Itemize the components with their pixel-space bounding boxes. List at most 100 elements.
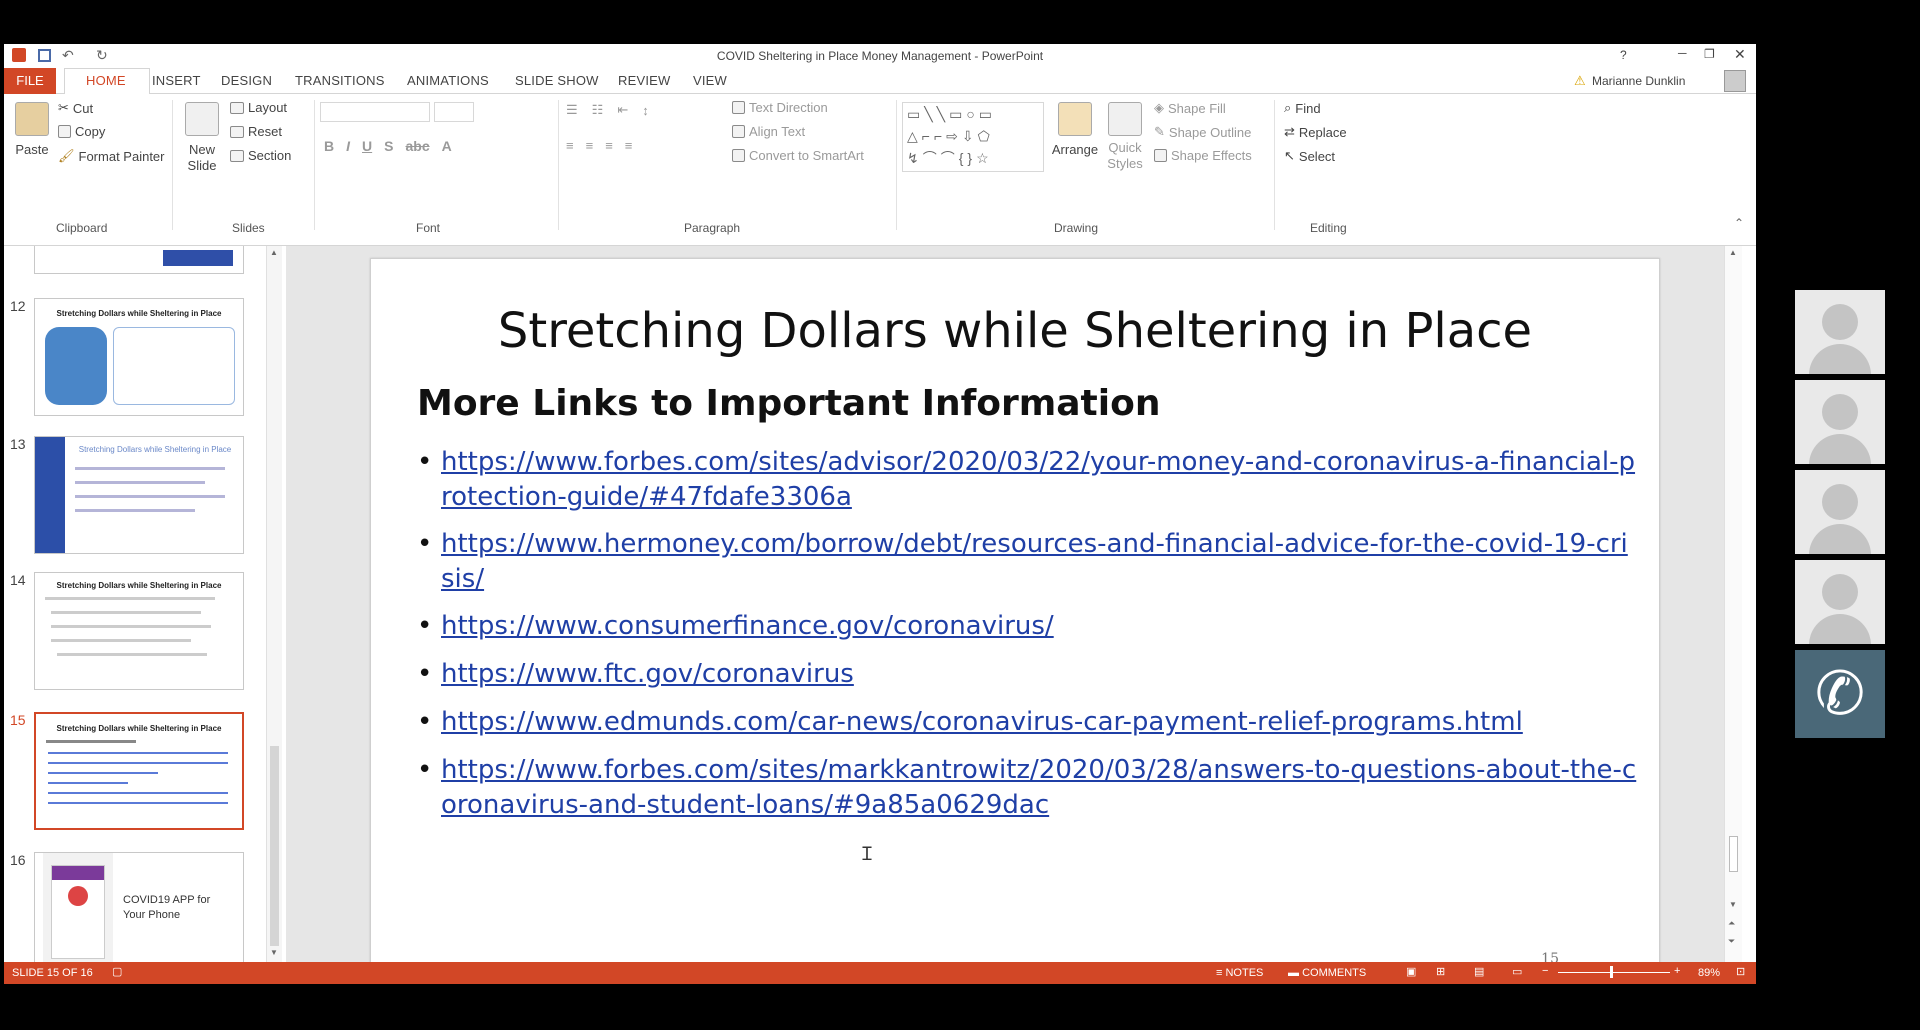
tab-animations[interactable]: ANIMATIONS	[407, 73, 489, 88]
user-name[interactable]: Marianne Dunklin	[1592, 74, 1685, 88]
scroll-thumb[interactable]	[270, 746, 279, 946]
tab-view[interactable]: VIEW	[693, 73, 727, 88]
shape-effects-button[interactable]: Shape Effects	[1154, 148, 1252, 163]
zoom-level[interactable]: 89%	[1698, 967, 1720, 979]
scroll-down-icon[interactable]: ▼	[270, 948, 278, 957]
tab-design[interactable]: DESIGN	[221, 73, 272, 88]
comments-button[interactable]: ▬ COMMENTS	[1288, 967, 1366, 979]
reset-button[interactable]: Reset	[230, 124, 282, 139]
link-edmunds[interactable]: https://www.edmunds.com/car-news/coronav…	[441, 705, 1637, 740]
zoom-out-icon[interactable]: −	[1542, 965, 1548, 977]
copy-button[interactable]: Copy	[58, 124, 105, 139]
scroll-up-icon[interactable]: ▲	[270, 248, 278, 257]
zoom-slider-thumb[interactable]	[1610, 966, 1613, 978]
section-button[interactable]: Section	[230, 148, 291, 163]
tab-review[interactable]: REVIEW	[618, 73, 670, 88]
link-consumerfinance[interactable]: https://www.consumerfinance.gov/coronavi…	[441, 609, 1637, 644]
participant-tile[interactable]	[1795, 290, 1885, 374]
collapse-ribbon-icon[interactable]: ⌃	[1734, 216, 1744, 230]
restore-icon[interactable]: ❐	[1704, 47, 1715, 61]
slide-title[interactable]: Stretching Dollars while Sheltering in P…	[371, 303, 1659, 359]
link-forbes-advisor[interactable]: https://www.forbes.com/sites/advisor/202…	[441, 445, 1637, 515]
text-direction-button[interactable]: Text Direction	[732, 100, 828, 115]
zoom-slider[interactable]	[1558, 966, 1670, 978]
help-icon[interactable]: ?	[1620, 48, 1627, 62]
strikethrough-icon[interactable]: abc	[405, 138, 429, 154]
slide-sorter-icon[interactable]: ⊞	[1436, 965, 1445, 978]
numbering-icon[interactable]: ☷	[592, 102, 604, 118]
clipboard-group-label: Clipboard	[56, 221, 108, 235]
slide-subtitle[interactable]: More Links to Important Information	[417, 383, 1160, 424]
slide-show-icon[interactable]: ▭	[1512, 965, 1522, 978]
next-slide-icon[interactable]: ⏷	[1728, 936, 1735, 947]
select-button[interactable]: ↖ Select	[1284, 148, 1335, 164]
link-hermoney[interactable]: https://www.hermoney.com/borrow/debt/res…	[441, 527, 1637, 597]
replace-button[interactable]: ⇄ Replace	[1284, 124, 1347, 140]
quick-styles-button[interactable]: Quick Styles	[1104, 102, 1146, 172]
bold-icon[interactable]: B	[324, 138, 334, 154]
font-size-select[interactable]	[434, 102, 474, 122]
normal-view-icon[interactable]: ▣	[1406, 965, 1416, 978]
fit-slide-icon[interactable]: ⊡	[1736, 965, 1745, 978]
justify-icon[interactable]: ≡	[625, 138, 633, 153]
align-text-button[interactable]: Align Text	[732, 124, 805, 139]
paste-button[interactable]: Paste	[10, 102, 54, 157]
previous-slide-icon[interactable]: ⏶	[1728, 918, 1735, 929]
link-forbes-studentloans[interactable]: https://www.forbes.com/sites/markkantrow…	[441, 753, 1637, 823]
close-icon[interactable]: ✕	[1734, 46, 1746, 63]
tab-home[interactable]: HOME	[86, 73, 126, 88]
shapes-gallery[interactable]: ▭╲╲▭○▭ △⌐⌐⇨⇩⬠ ↯⌒⌒{}☆	[902, 102, 1044, 172]
avatar-body	[1809, 614, 1871, 644]
tab-insert[interactable]: INSERT	[152, 73, 201, 88]
layout-button[interactable]: Layout	[230, 100, 287, 115]
tab-file[interactable]: FILE	[4, 68, 56, 94]
shape-fill-button[interactable]: ◈ Shape Fill	[1154, 100, 1226, 116]
paragraph-list-buttons[interactable]: ☰ ☷ ⇤ ↕	[566, 102, 649, 118]
align-left-icon[interactable]: ≡	[566, 138, 574, 153]
font-family-select[interactable]	[320, 102, 430, 122]
participant-tile[interactable]	[1795, 560, 1885, 644]
tab-slide-show[interactable]: SLIDE SHOW	[515, 73, 599, 88]
slide-thumbnail-13[interactable]: Stretching Dollars while Sheltering in P…	[34, 436, 244, 554]
align-center-icon[interactable]: ≡	[586, 138, 594, 153]
phone-participant-tile[interactable]: ✆	[1795, 650, 1885, 738]
zoom-in-icon[interactable]: +	[1674, 965, 1680, 977]
align-right-icon[interactable]: ≡	[605, 138, 613, 153]
font-color-icon[interactable]: A	[442, 138, 452, 154]
slide-thumbnail-14[interactable]: Stretching Dollars while Sheltering in P…	[34, 572, 244, 690]
arrange-button[interactable]: Arrange	[1050, 102, 1100, 157]
notes-button[interactable]: ≡ NOTES	[1216, 967, 1263, 979]
spell-check-icon[interactable]: ▢	[112, 965, 122, 978]
new-slide-button[interactable]: New Slide	[180, 102, 224, 174]
scroll-thumb[interactable]	[1729, 836, 1738, 872]
underline-icon[interactable]: U	[362, 138, 372, 154]
bullets-icon[interactable]: ☰	[566, 102, 578, 118]
thumbnail-partial[interactable]	[34, 246, 244, 274]
line-spacing-icon[interactable]: ↕	[642, 103, 649, 118]
indent-icon[interactable]: ⇤	[617, 102, 628, 118]
thumbnail-scrollbar[interactable]: ▲ ▼	[266, 246, 282, 962]
link-ftc[interactable]: https://www.ftc.gov/coronavirus	[441, 657, 1637, 692]
format-painter-button[interactable]: 🖌 Format Painter	[58, 148, 165, 164]
font-format-buttons[interactable]: B I U Sabc A	[324, 138, 452, 154]
tab-transitions[interactable]: TRANSITIONS	[295, 73, 385, 88]
reading-view-icon[interactable]: ▤	[1474, 965, 1484, 978]
alignment-buttons[interactable]: ≡ ≡ ≡ ≡	[566, 138, 632, 153]
convert-smartart-button[interactable]: Convert to SmartArt	[732, 148, 864, 163]
cut-button[interactable]: ✂ Cut	[58, 100, 93, 116]
shadow-icon[interactable]: S	[384, 138, 393, 154]
participant-tile[interactable]	[1795, 470, 1885, 554]
slide-scrollbar[interactable]: ▲ ▼ ⏶ ⏷	[1724, 246, 1742, 962]
slide-thumbnail-15-selected[interactable]: Stretching Dollars while Sheltering in P…	[34, 712, 244, 830]
shape-outline-button[interactable]: ✎ Shape Outline	[1154, 124, 1251, 140]
participant-tile[interactable]	[1795, 380, 1885, 464]
scroll-down-icon[interactable]: ▼	[1729, 900, 1737, 909]
italic-icon[interactable]: I	[346, 138, 350, 154]
scroll-up-icon[interactable]: ▲	[1729, 248, 1737, 257]
minimize-icon[interactable]: ─	[1678, 46, 1687, 60]
slide-thumbnail-12[interactable]: Stretching Dollars while Sheltering in P…	[34, 298, 244, 416]
slide-canvas[interactable]: Stretching Dollars while Sheltering in P…	[370, 258, 1660, 984]
find-button[interactable]: ⌕ Find	[1284, 100, 1321, 116]
slide-thumbnail-16[interactable]: COVID19 APP for Your Phone	[34, 852, 244, 962]
user-avatar[interactable]	[1724, 70, 1746, 92]
